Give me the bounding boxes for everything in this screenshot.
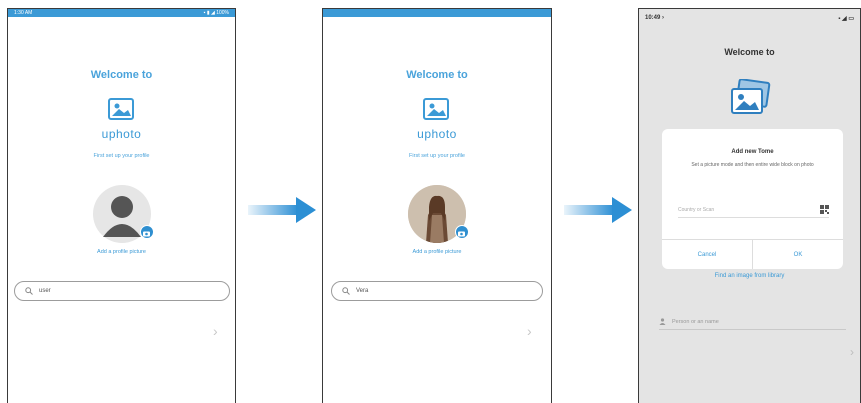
camera-icon[interactable] — [139, 225, 154, 239]
profile-photo[interactable] — [408, 185, 469, 243]
phone-screen-3: 10:49 › ▪ ◢ ▭ Welcome to Add new Tome Se… — [638, 8, 861, 403]
photo-gallery-icon — [107, 98, 134, 120]
library-link[interactable]: Find an image from library — [639, 273, 860, 279]
add-photo-link[interactable]: Add a profile picture — [323, 249, 551, 255]
welcome-title: Welcome to — [406, 69, 468, 81]
brand-name: uphoto — [417, 127, 457, 141]
setup-prompt: First set up your profile — [93, 153, 150, 159]
dialog-actions: Cancel OK — [662, 239, 843, 269]
name-input-value: Vera — [356, 288, 369, 294]
qr-code-icon[interactable] — [820, 205, 829, 214]
name-input[interactable]: user — [14, 281, 230, 301]
status-bar: 1:30 AM ▪ ▮ ◢ 100% — [8, 9, 235, 17]
brand-name: uphoto — [101, 127, 142, 141]
ok-button[interactable]: OK — [752, 240, 843, 269]
status-time: 10:49 › — [645, 15, 665, 21]
status-bar: 10:49 › ▪ ◢ ▭ — [639, 9, 860, 23]
person-name-placeholder: Person or an name — [672, 318, 719, 325]
dialog-input-placeholder: Country or Scan — [678, 206, 715, 213]
add-photo-link[interactable]: Add a profile picture — [8, 249, 235, 255]
setup-prompt: First set up your profile — [409, 153, 465, 159]
avatar-placeholder[interactable] — [92, 185, 154, 243]
status-icons: ▪ ▮ ◢ 100% — [203, 10, 229, 16]
add-name-dialog: Add new Tome Set a picture mode and then… — [662, 129, 843, 269]
search-icon — [25, 287, 33, 295]
camera-icon[interactable] — [455, 225, 469, 239]
photo-gallery-icon — [423, 98, 449, 120]
next-chevron-icon[interactable]: › — [213, 323, 218, 339]
name-input[interactable]: Vera — [331, 281, 543, 301]
flow-arrow-icon — [564, 197, 632, 223]
dialog-input[interactable]: Country or Scan — [678, 202, 829, 218]
status-bar — [323, 9, 551, 17]
dialog-message: Set a picture mode and then entire wide … — [691, 162, 814, 168]
next-chevron-icon[interactable]: › — [527, 323, 532, 339]
search-icon — [342, 287, 350, 295]
phone-screen-2: Welcome to uphoto First set up your prof… — [322, 8, 552, 403]
name-input-value: user — [39, 288, 51, 294]
next-chevron-icon[interactable]: › — [850, 345, 854, 359]
phone-screen-1: 1:30 AM ▪ ▮ ◢ 100% Welcome to uphoto Fir… — [7, 8, 236, 403]
status-icons: ▪ ◢ ▭ — [838, 15, 854, 22]
person-name-field[interactable]: Person or an name — [659, 314, 846, 330]
person-icon — [659, 318, 666, 325]
welcome-title: Welcome to — [724, 47, 775, 57]
welcome-title: Welcome to — [90, 69, 153, 81]
status-time: 1:30 AM — [14, 10, 33, 16]
cancel-button[interactable]: Cancel — [662, 240, 752, 269]
photo-gallery-icon — [730, 79, 770, 114]
dialog-title: Add new Tome — [731, 149, 774, 155]
flow-arrow-icon — [248, 197, 316, 223]
